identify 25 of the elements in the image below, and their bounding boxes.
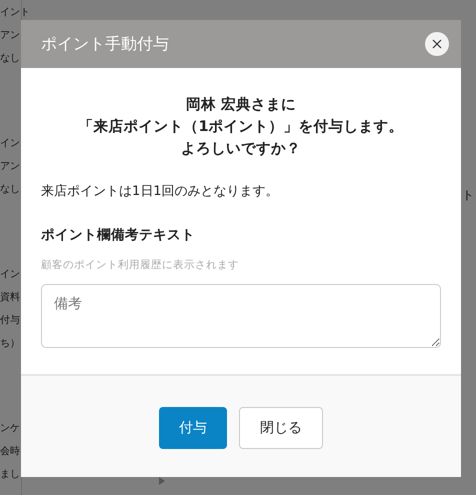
text-fragment: 付与 (0, 314, 21, 327)
text-fragment: アン (0, 29, 21, 42)
dialog-title: ポイント手動付与 (41, 34, 169, 54)
note-text: 来店ポイントは1日1回のみとなります。 (41, 183, 280, 200)
confirm-message: 岡林 宏典さまに 「来店ポイント（1ポイント）」を付与します。 よろしいですか？ (77, 95, 405, 159)
text-fragment: なし (0, 52, 21, 65)
triangle-icon (158, 477, 166, 485)
text-fragment: イン (0, 137, 21, 150)
field-label: ポイント欄備考テキスト (41, 226, 196, 244)
grant-button[interactable]: 付与 (159, 406, 227, 448)
text-fragment: アン (0, 160, 21, 173)
text-fragment: イン (0, 268, 21, 281)
text-fragment: ンケ (0, 422, 21, 435)
text-fragment: ト (462, 187, 475, 204)
close-dialog-button[interactable]: 閉じる (239, 406, 323, 448)
text-fragment: ち） (0, 337, 21, 350)
text-fragment: 資料 (0, 291, 21, 304)
text-fragment: 会時 (0, 445, 21, 458)
text-fragment: まし (0, 468, 21, 481)
close-button[interactable] (425, 32, 449, 56)
text-fragment: イント (0, 6, 30, 19)
text-fragment: なし (0, 183, 21, 196)
field-help-text: 顧客のポイント利用履歴に表示されます (41, 258, 240, 272)
remarks-field[interactable]: 備考 (41, 284, 441, 348)
close-icon (432, 39, 442, 49)
